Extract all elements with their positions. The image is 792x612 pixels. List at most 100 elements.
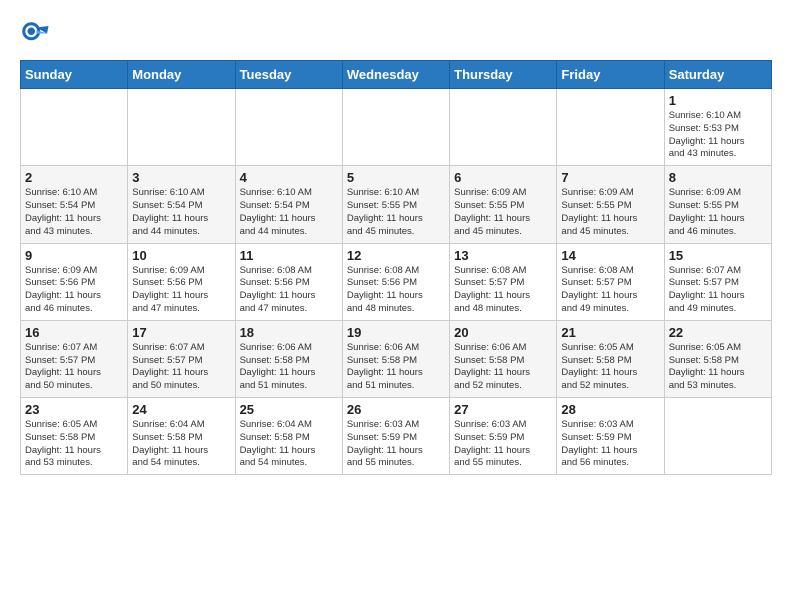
weekday-header: Sunday [21, 61, 128, 89]
day-info: Sunrise: 6:10 AM Sunset: 5:55 PM Dayligh… [347, 187, 445, 238]
day-number: 28 [561, 402, 659, 417]
calendar-cell: 27 Sunrise: 6:03 AM Sunset: 5:59 PM Dayli… [450, 398, 557, 475]
day-info: Sunrise: 6:06 AM Sunset: 5:58 PM Dayligh… [240, 342, 338, 393]
day-number: 7 [561, 170, 659, 185]
day-number: 11 [240, 248, 338, 263]
logo-icon [20, 20, 50, 50]
day-info: Sunrise: 6:03 AM Sunset: 5:59 PM Dayligh… [561, 419, 659, 470]
day-number: 14 [561, 248, 659, 263]
calendar-cell: 5 Sunrise: 6:10 AM Sunset: 5:55 PM Daylig… [342, 166, 449, 243]
day-info: Sunrise: 6:08 AM Sunset: 5:56 PM Dayligh… [240, 265, 338, 316]
weekday-header: Wednesday [342, 61, 449, 89]
calendar-cell: 26 Sunrise: 6:03 AM Sunset: 5:59 PM Dayli… [342, 398, 449, 475]
day-info: Sunrise: 6:10 AM Sunset: 5:54 PM Dayligh… [132, 187, 230, 238]
day-number: 12 [347, 248, 445, 263]
calendar-cell: 28 Sunrise: 6:03 AM Sunset: 5:59 PM Dayli… [557, 398, 664, 475]
calendar-week-row: 1Sunrise: 6:10 AM Sunset: 5:53 PM Daylig… [21, 89, 772, 166]
calendar-cell: 23 Sunrise: 6:05 AM Sunset: 5:58 PM Dayli… [21, 398, 128, 475]
calendar-cell [450, 89, 557, 166]
day-info: Sunrise: 6:08 AM Sunset: 5:57 PM Dayligh… [561, 265, 659, 316]
day-info: Sunrise: 6:04 AM Sunset: 5:58 PM Dayligh… [132, 419, 230, 470]
calendar-table: SundayMondayTuesdayWednesdayThursdayFrid… [20, 60, 772, 475]
calendar-cell: 20Sunrise: 6:06 AM Sunset: 5:58 PM Dayli… [450, 320, 557, 397]
calendar-cell [664, 398, 771, 475]
day-number: 16 [25, 325, 123, 340]
day-number: 5 [347, 170, 445, 185]
day-number: 8 [669, 170, 767, 185]
day-info: Sunrise: 6:06 AM Sunset: 5:58 PM Dayligh… [454, 342, 552, 393]
calendar-cell: 2 Sunrise: 6:10 AM Sunset: 5:54 PM Daylig… [21, 166, 128, 243]
day-info: Sunrise: 6:08 AM Sunset: 5:57 PM Dayligh… [454, 265, 552, 316]
day-info: Sunrise: 6:09 AM Sunset: 5:55 PM Dayligh… [561, 187, 659, 238]
day-number: 21 [561, 325, 659, 340]
day-info: Sunrise: 6:09 AM Sunset: 5:56 PM Dayligh… [25, 265, 123, 316]
day-number: 6 [454, 170, 552, 185]
calendar-cell: 9 Sunrise: 6:09 AM Sunset: 5:56 PM Daylig… [21, 243, 128, 320]
day-number: 17 [132, 325, 230, 340]
day-number: 19 [347, 325, 445, 340]
calendar-cell: 15 Sunrise: 6:07 AM Sunset: 5:57 PM Dayli… [664, 243, 771, 320]
header [20, 20, 772, 50]
day-number: 1 [669, 93, 767, 108]
day-number: 26 [347, 402, 445, 417]
day-info: Sunrise: 6:08 AM Sunset: 5:56 PM Dayligh… [347, 265, 445, 316]
calendar-cell: 14 Sunrise: 6:08 AM Sunset: 5:57 PM Dayli… [557, 243, 664, 320]
calendar-week-row: 16 Sunrise: 6:07 AM Sunset: 5:57 PM Dayli… [21, 320, 772, 397]
weekday-header: Thursday [450, 61, 557, 89]
calendar-cell: 13 Sunrise: 6:08 AM Sunset: 5:57 PM Dayli… [450, 243, 557, 320]
day-info: Sunrise: 6:06 AM Sunset: 5:58 PM Dayligh… [347, 342, 445, 393]
calendar-cell: 4 Sunrise: 6:10 AM Sunset: 5:54 PM Daylig… [235, 166, 342, 243]
weekday-header: Tuesday [235, 61, 342, 89]
day-info: Sunrise: 6:09 AM Sunset: 5:56 PM Dayligh… [132, 265, 230, 316]
weekday-header: Friday [557, 61, 664, 89]
day-info: Sunrise: 6:09 AM Sunset: 5:55 PM Dayligh… [669, 187, 767, 238]
calendar-week-row: 2 Sunrise: 6:10 AM Sunset: 5:54 PM Daylig… [21, 166, 772, 243]
day-info: Sunrise: 6:05 AM Sunset: 5:58 PM Dayligh… [561, 342, 659, 393]
day-info: Sunrise: 6:07 AM Sunset: 5:57 PM Dayligh… [669, 265, 767, 316]
day-number: 23 [25, 402, 123, 417]
logo [20, 20, 54, 50]
calendar-cell: 8 Sunrise: 6:09 AM Sunset: 5:55 PM Daylig… [664, 166, 771, 243]
calendar-cell: 25Sunrise: 6:04 AM Sunset: 5:58 PM Dayli… [235, 398, 342, 475]
calendar-cell: 7 Sunrise: 6:09 AM Sunset: 5:55 PM Daylig… [557, 166, 664, 243]
day-number: 2 [25, 170, 123, 185]
day-info: Sunrise: 6:07 AM Sunset: 5:57 PM Dayligh… [25, 342, 123, 393]
day-number: 3 [132, 170, 230, 185]
calendar-cell [557, 89, 664, 166]
day-number: 9 [25, 248, 123, 263]
calendar-cell: 1Sunrise: 6:10 AM Sunset: 5:53 PM Daylig… [664, 89, 771, 166]
day-number: 18 [240, 325, 338, 340]
day-number: 13 [454, 248, 552, 263]
calendar-cell [342, 89, 449, 166]
calendar-cell [235, 89, 342, 166]
day-number: 4 [240, 170, 338, 185]
calendar-cell: 11 Sunrise: 6:08 AM Sunset: 5:56 PM Dayli… [235, 243, 342, 320]
calendar-cell [128, 89, 235, 166]
day-number: 24 [132, 402, 230, 417]
day-info: Sunrise: 6:03 AM Sunset: 5:59 PM Dayligh… [347, 419, 445, 470]
calendar-week-row: 23 Sunrise: 6:05 AM Sunset: 5:58 PM Dayli… [21, 398, 772, 475]
day-number: 10 [132, 248, 230, 263]
calendar-cell: 3 Sunrise: 6:10 AM Sunset: 5:54 PM Daylig… [128, 166, 235, 243]
calendar-cell: 17 Sunrise: 6:07 AM Sunset: 5:57 PM Dayli… [128, 320, 235, 397]
calendar-cell: 18 Sunrise: 6:06 AM Sunset: 5:58 PM Dayli… [235, 320, 342, 397]
day-number: 15 [669, 248, 767, 263]
day-info: Sunrise: 6:10 AM Sunset: 5:54 PM Dayligh… [240, 187, 338, 238]
calendar-week-row: 9 Sunrise: 6:09 AM Sunset: 5:56 PM Daylig… [21, 243, 772, 320]
day-info: Sunrise: 6:07 AM Sunset: 5:57 PM Dayligh… [132, 342, 230, 393]
day-number: 27 [454, 402, 552, 417]
calendar-cell: 24 Sunrise: 6:04 AM Sunset: 5:58 PM Dayli… [128, 398, 235, 475]
calendar-cell: 10 Sunrise: 6:09 AM Sunset: 5:56 PM Dayli… [128, 243, 235, 320]
calendar-cell: 21 Sunrise: 6:05 AM Sunset: 5:58 PM Dayli… [557, 320, 664, 397]
day-number: 22 [669, 325, 767, 340]
weekday-header: Saturday [664, 61, 771, 89]
calendar-cell: 19 Sunrise: 6:06 AM Sunset: 5:58 PM Dayli… [342, 320, 449, 397]
day-info: Sunrise: 6:04 AM Sunset: 5:58 PM Dayligh… [240, 419, 338, 470]
calendar-cell: 22Sunrise: 6:05 AM Sunset: 5:58 PM Dayli… [664, 320, 771, 397]
calendar-cell: 16 Sunrise: 6:07 AM Sunset: 5:57 PM Dayli… [21, 320, 128, 397]
day-info: Sunrise: 6:03 AM Sunset: 5:59 PM Dayligh… [454, 419, 552, 470]
calendar-cell: 6Sunrise: 6:09 AM Sunset: 5:55 PM Daylig… [450, 166, 557, 243]
weekday-header: Monday [128, 61, 235, 89]
day-info: Sunrise: 6:05 AM Sunset: 5:58 PM Dayligh… [25, 419, 123, 470]
day-info: Sunrise: 6:10 AM Sunset: 5:54 PM Dayligh… [25, 187, 123, 238]
